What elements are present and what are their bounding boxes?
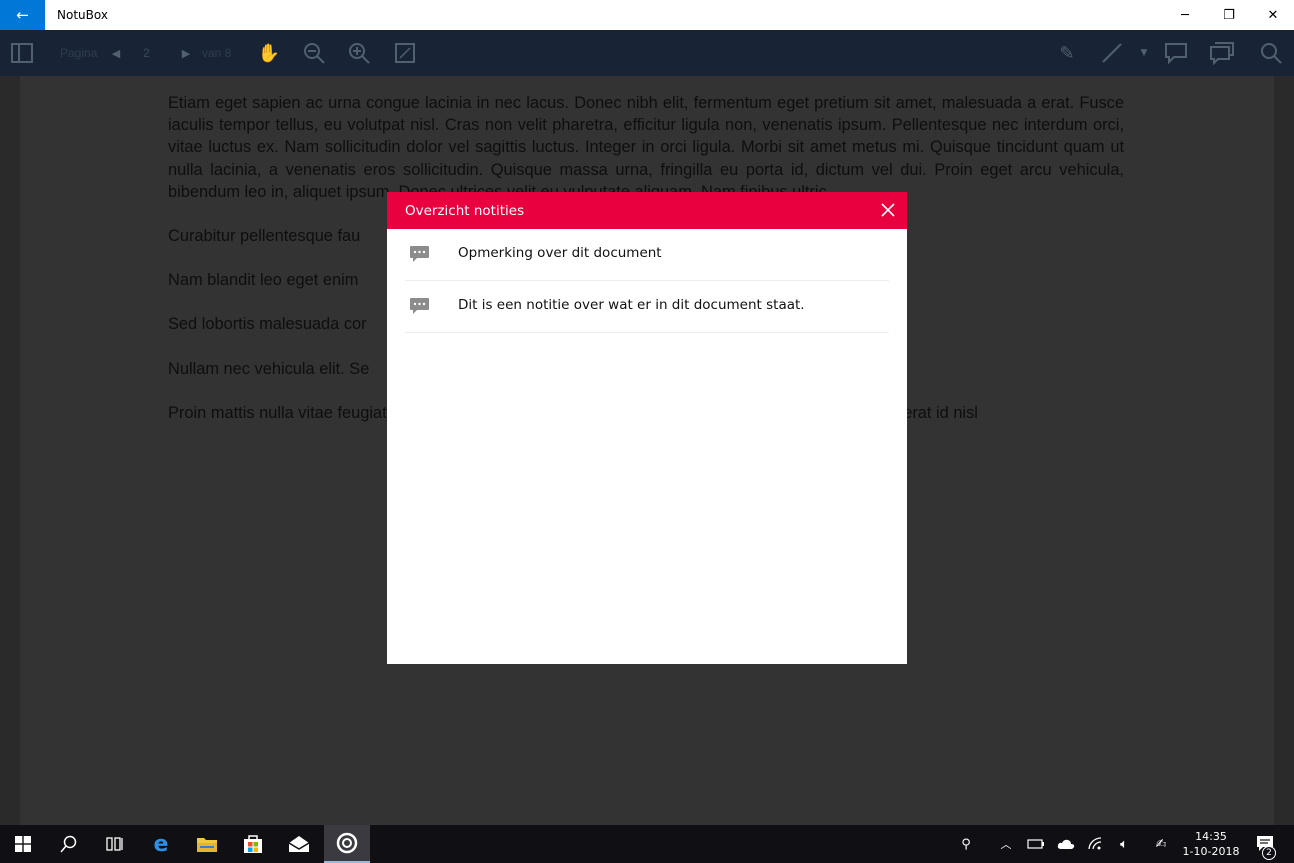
- restore-button[interactable]: ❐: [1206, 0, 1252, 30]
- previous-page-icon[interactable]: ◀: [102, 39, 130, 67]
- start-button[interactable]: [0, 825, 46, 863]
- file-explorer-icon[interactable]: [184, 825, 230, 863]
- minimize-button[interactable]: ─: [1162, 0, 1208, 30]
- restore-icon: ❐: [1223, 7, 1235, 23]
- zoom-out-icon[interactable]: [300, 39, 328, 67]
- page-total-label: van 8: [202, 46, 232, 60]
- window-close-button[interactable]: ✕: [1250, 0, 1294, 30]
- search-icon: [60, 835, 77, 853]
- battery-icon[interactable]: [1025, 834, 1047, 854]
- dialog-header: Overzicht notities: [387, 192, 907, 229]
- sidebar-toggle-icon[interactable]: [8, 39, 36, 67]
- page-number-input[interactable]: 2: [143, 46, 150, 60]
- next-page-icon[interactable]: ▶: [172, 39, 200, 67]
- add-comment-icon[interactable]: [1162, 39, 1190, 67]
- note-text: Opmerking over dit document: [458, 245, 662, 261]
- clock[interactable]: 14:35 1-10-2018: [1180, 829, 1242, 859]
- onedrive-cloud-icon[interactable]: [1055, 834, 1077, 854]
- volume-muted-icon[interactable]: 🔈︎: [1113, 834, 1135, 854]
- comments-overview-icon[interactable]: [1208, 39, 1236, 67]
- people-icon[interactable]: ⚲: [955, 834, 977, 854]
- notubox-taskbar-icon[interactable]: [324, 825, 370, 863]
- toolbar: Pagina ◀ 2 ▶ van 8 ✋ ✎ ▼: [0, 30, 1294, 76]
- line-tool-icon[interactable]: [1098, 39, 1126, 67]
- edge-browser-icon[interactable]: e: [138, 825, 184, 863]
- note-item[interactable]: Dit is een notitie over wat er in dit do…: [405, 281, 889, 333]
- mail-icon[interactable]: [276, 825, 322, 863]
- note-item[interactable]: Opmerking over dit document: [405, 229, 889, 281]
- wifi-icon[interactable]: [1085, 834, 1107, 854]
- zoom-in-icon[interactable]: [345, 39, 373, 67]
- taskbar: e ⚲ ︿ 🔈︎ ✍︎ 14:35 1-10-2018 2: [0, 825, 1294, 863]
- task-view-icon: [106, 837, 123, 851]
- store-icon[interactable]: [230, 825, 276, 863]
- note-text: Dit is een notitie over wat er in dit do…: [458, 297, 805, 313]
- clock-time: 14:35: [1195, 830, 1227, 843]
- notes-overview-dialog: Overzicht notities Opmerking over dit do…: [387, 192, 907, 664]
- highlighter-icon[interactable]: ✎: [1053, 39, 1081, 67]
- close-icon: [881, 203, 895, 217]
- line-dropdown-icon[interactable]: ▼: [1130, 39, 1158, 67]
- comment-icon: [409, 297, 431, 317]
- dialog-close-button[interactable]: [877, 199, 899, 221]
- window-close-icon: ✕: [1267, 7, 1279, 23]
- pen-workspace-icon[interactable]: ✍︎: [1150, 834, 1172, 854]
- taskbar-search-button[interactable]: [46, 825, 92, 863]
- page-label: Pagina: [60, 46, 98, 60]
- paragraph: Etiam eget sapien ac urna congue lacinia…: [168, 94, 1124, 201]
- fit-page-icon[interactable]: [391, 39, 419, 67]
- show-hidden-icons-icon[interactable]: ︿: [995, 834, 1017, 854]
- comment-icon: [409, 245, 431, 265]
- clock-date: 1-10-2018: [1182, 845, 1240, 858]
- notification-count-badge: 2: [1262, 846, 1276, 860]
- title-bar: ← NotuBox ─ ❐ ✕: [0, 0, 1294, 30]
- note-list: Opmerking over dit document Dit is een n…: [405, 229, 889, 333]
- windows-logo-icon: [15, 836, 31, 852]
- task-view-button[interactable]: [92, 825, 138, 863]
- back-button[interactable]: ←: [0, 0, 45, 30]
- back-arrow-icon: ←: [16, 6, 29, 24]
- minimize-icon: ─: [1181, 7, 1189, 23]
- hand-tool-icon[interactable]: ✋: [255, 39, 283, 67]
- search-icon[interactable]: [1257, 39, 1285, 67]
- app-title: NotuBox: [57, 8, 108, 22]
- dialog-title: Overzicht notities: [405, 203, 525, 219]
